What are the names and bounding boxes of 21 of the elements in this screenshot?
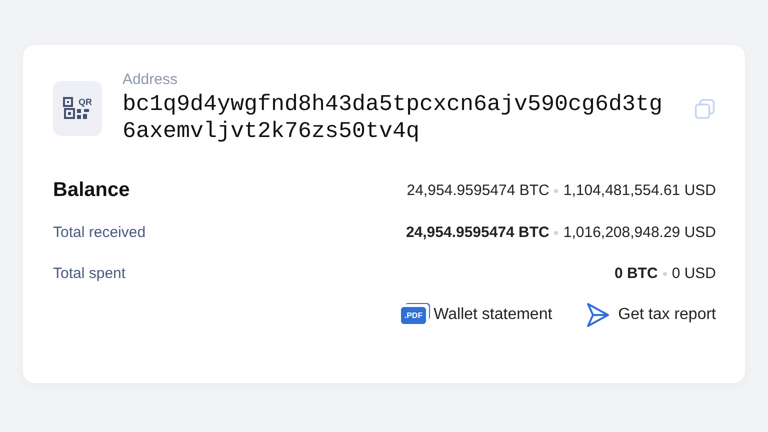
btc-amount: 24,954.9595474 BTC (406, 224, 550, 241)
row-label: Total spent (53, 265, 126, 282)
btc-amount: 24,954.9595474 BTC (406, 182, 550, 199)
usd-amount: 0 USD (672, 265, 716, 282)
row-label: Balance (53, 179, 130, 202)
separator-dot (662, 272, 667, 276)
usd-amount: 1,016,208,948.29 USD (563, 224, 716, 241)
copy-icon[interactable] (694, 97, 716, 121)
action-link[interactable]: Get tax report (586, 302, 716, 328)
pdf-icon: .PDF (401, 306, 426, 324)
action-link[interactable]: .PDF Wallet statement (401, 302, 552, 328)
qr-code-button[interactable]: QR (53, 81, 102, 136)
send-icon (586, 302, 610, 328)
btc-amount: 0 BTC (614, 265, 658, 282)
address-label: Address (122, 71, 178, 88)
separator-dot (554, 188, 558, 192)
separator-dot (554, 230, 558, 234)
row-label: Total received (53, 224, 146, 241)
address-value: bc1q9d4ywgfnd8h43da5tpcxcn6ajv590cg6d3tg6axemvljvt2k76zs50tv4q (122, 91, 664, 145)
qr-label: QR (78, 97, 92, 107)
usd-amount: 1,104,481,554.61 USD (563, 182, 716, 199)
